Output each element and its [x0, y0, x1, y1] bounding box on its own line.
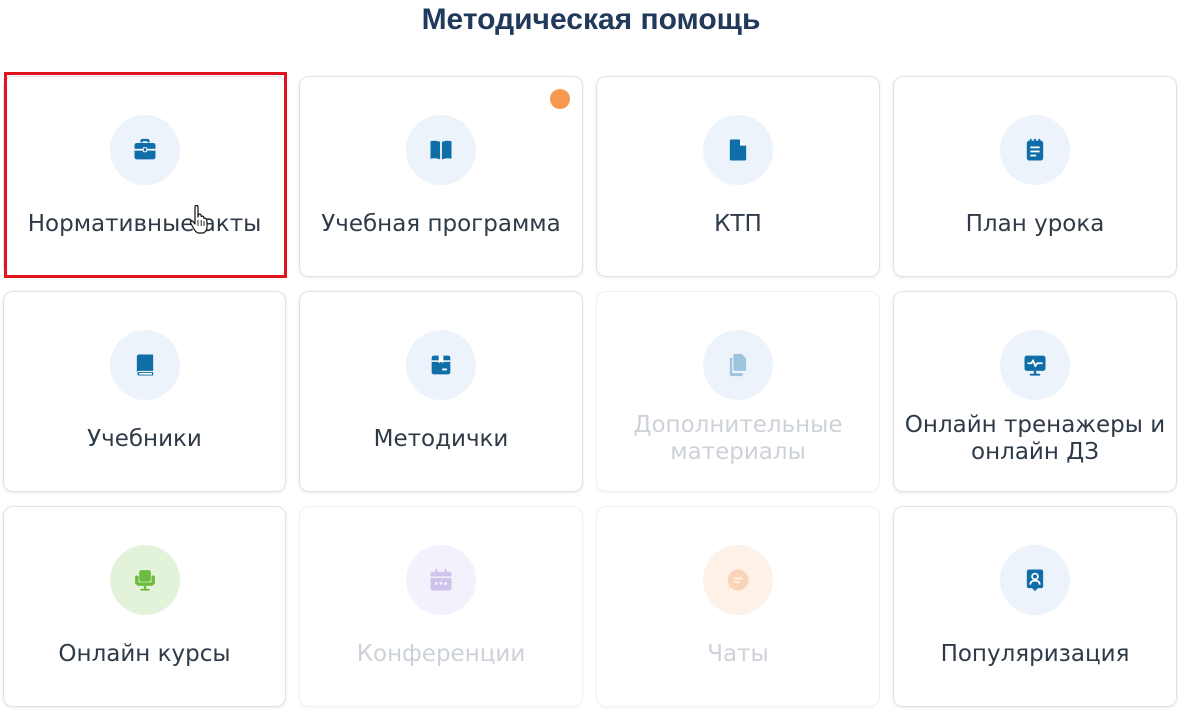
- icon-circle: [109, 330, 180, 400]
- icon-circle: [109, 115, 180, 185]
- card-conferences: Конференции: [299, 506, 583, 707]
- card-label: Онлайн курсы: [58, 640, 231, 667]
- notepad-icon: [1026, 138, 1044, 161]
- icon-circle: [1000, 330, 1070, 400]
- box-icon: [431, 355, 451, 375]
- profile-badge-icon: [1026, 569, 1044, 592]
- card-online-courses[interactable]: Онлайн курсы: [3, 506, 286, 707]
- icon-circle: [1000, 115, 1070, 185]
- monitor-pulse-icon: [1024, 355, 1046, 376]
- chat-bubble-icon: [727, 569, 749, 591]
- icon-circle: [703, 545, 773, 615]
- card-curriculum[interactable]: Учебная программа: [299, 76, 583, 277]
- book-icon: [136, 354, 153, 376]
- calendar-icon: [430, 568, 452, 591]
- notification-dot: [550, 89, 570, 109]
- icon-circle: [406, 330, 476, 400]
- card-label: Учебная программа: [321, 210, 561, 237]
- card-label: Популяризация: [940, 640, 1130, 667]
- chair-icon: [134, 570, 155, 591]
- copy-documents-icon: [729, 353, 747, 377]
- card-label: Чаты: [707, 640, 769, 667]
- methodical-help-grid: Нормативные акты Учебная программа КТП П…: [3, 76, 1177, 707]
- card-label: Методички: [373, 425, 509, 452]
- card-normative-acts[interactable]: Нормативные акты: [3, 76, 286, 277]
- card-label: Онлайн тренажеры и онлайн ДЗ: [904, 412, 1166, 465]
- card-label: КТП: [714, 210, 762, 237]
- briefcase-icon: [134, 138, 155, 160]
- icon-circle: [703, 115, 773, 185]
- card-ktp[interactable]: КТП: [596, 76, 880, 277]
- page-title: Методическая помощь: [421, 3, 761, 36]
- card-online-trainers[interactable]: Онлайн тренажеры и онлайн ДЗ: [893, 291, 1177, 492]
- card-label: Учебники: [87, 425, 202, 452]
- card-label: План урока: [965, 210, 1105, 237]
- card-lesson-plan[interactable]: План урока: [893, 76, 1177, 277]
- card-label: Конференции: [356, 640, 526, 667]
- icon-circle: [1000, 545, 1070, 615]
- icon-circle: [406, 545, 476, 615]
- icon-circle: [406, 115, 476, 185]
- icon-circle: [703, 330, 773, 400]
- icon-circle: [109, 545, 180, 615]
- card-manuals[interactable]: Методички: [299, 291, 583, 492]
- card-label: Дополнительные материалы: [633, 412, 843, 465]
- card-label: Нормативные акты: [27, 210, 262, 237]
- card-popularization[interactable]: Популяризация: [893, 506, 1177, 707]
- open-book-icon: [430, 140, 452, 160]
- card-additional-materials: Дополнительные материалы: [596, 291, 880, 492]
- document-icon: [729, 139, 747, 161]
- card-textbooks[interactable]: Учебники: [3, 291, 286, 492]
- card-chats: Чаты: [596, 506, 880, 707]
